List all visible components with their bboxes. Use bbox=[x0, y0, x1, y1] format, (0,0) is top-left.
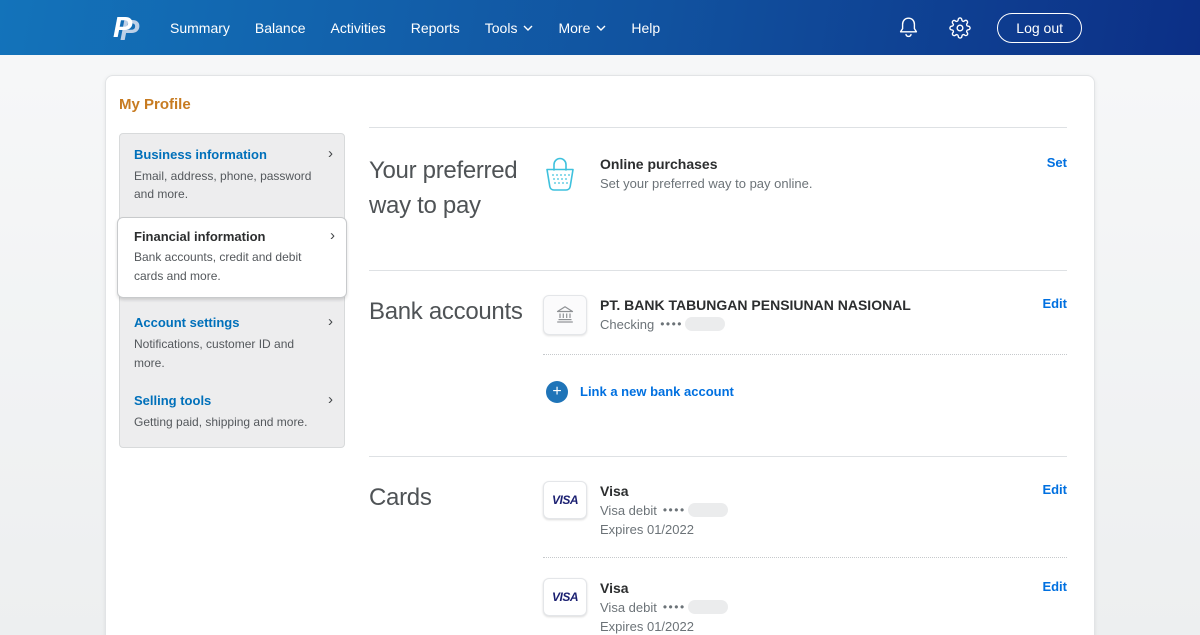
sidebar-item-label: Account settings bbox=[134, 314, 318, 332]
gear-icon bbox=[949, 17, 971, 39]
nav-item-tools[interactable]: Tools bbox=[485, 20, 534, 36]
preferred-way-to-pay-section: Your preferred way to pay bbox=[369, 128, 1067, 270]
edit-card-link[interactable]: Edit bbox=[1042, 482, 1067, 497]
sidebar-item-business-information[interactable]: Business information Email, address, pho… bbox=[120, 136, 344, 214]
card-row: VISA Visa Visa debit •••• Expires 01/202… bbox=[543, 578, 1067, 635]
bank-name: PT. BANK TABUNGAN PENSIUNAN NASIONAL bbox=[600, 295, 997, 313]
online-purchases-row: Online purchases Set your preferred way … bbox=[543, 154, 1067, 199]
chevron-down-icon bbox=[596, 25, 606, 31]
bank-building-icon bbox=[555, 305, 575, 324]
page-title: My Profile bbox=[106, 76, 1094, 127]
visa-logo-badge: VISA bbox=[543, 578, 587, 616]
section-heading: Cards bbox=[369, 481, 543, 635]
online-purchases-title: Online purchases bbox=[600, 154, 997, 172]
nav-item-label: Help bbox=[631, 20, 660, 36]
sidebar-item-description: Bank accounts, credit and debit cards an… bbox=[134, 248, 320, 285]
sidebar-item-account-settings[interactable]: Account settings Notifications, customer… bbox=[120, 304, 344, 382]
sidebar-item-description: Notifications, customer ID and more. bbox=[134, 335, 318, 372]
section-heading: Your preferred way to pay bbox=[369, 154, 543, 224]
logout-button[interactable]: Log out bbox=[997, 13, 1082, 43]
edit-bank-link[interactable]: Edit bbox=[1042, 296, 1067, 311]
nav-item-activities[interactable]: Activities bbox=[331, 20, 386, 36]
icon-column bbox=[543, 154, 600, 199]
card-subtype: Visa debit bbox=[600, 600, 657, 615]
bank-tile bbox=[543, 295, 587, 335]
card-expiry: Expires 01/2022 bbox=[600, 619, 997, 634]
card-network: Visa bbox=[600, 578, 997, 596]
sidebar-item-label: Financial information bbox=[134, 228, 320, 246]
cards-section: Cards VISA Visa Visa debit •••• bbox=[369, 457, 1067, 635]
link-new-bank-account[interactable]: + Link a new bank account bbox=[546, 381, 1067, 403]
primary-nav: Summary Balance Activities Reports Tools… bbox=[170, 20, 660, 36]
chevron-right-icon: › bbox=[328, 145, 333, 162]
visa-logo-badge: VISA bbox=[543, 481, 587, 519]
sidebar-item-description: Email, address, phone, password and more… bbox=[134, 167, 318, 204]
paypal-logo[interactable]: P P bbox=[110, 10, 142, 46]
financial-info-panel: Your preferred way to pay bbox=[369, 127, 1067, 635]
nav-item-summary[interactable]: Summary bbox=[170, 20, 230, 36]
sidebar-item-description: Getting paid, shipping and more. bbox=[134, 413, 318, 432]
icon-column: VISA bbox=[543, 578, 600, 616]
nav-item-reports[interactable]: Reports bbox=[411, 20, 460, 36]
masked-digits: •••• bbox=[663, 600, 686, 614]
nav-item-label: More bbox=[558, 20, 590, 36]
bank-accounts-section: Bank accounts bbox=[369, 271, 1067, 456]
chevron-right-icon: › bbox=[328, 391, 333, 408]
section-heading: Bank accounts bbox=[369, 295, 543, 456]
nav-item-label: Reports bbox=[411, 20, 460, 36]
notifications-button[interactable] bbox=[898, 16, 919, 39]
icon-column bbox=[543, 295, 600, 335]
shopping-basket-icon bbox=[543, 154, 577, 194]
chevron-down-icon bbox=[523, 25, 533, 31]
masked-digits: •••• bbox=[660, 317, 683, 331]
account-type: Checking bbox=[600, 317, 654, 332]
chevron-right-icon: › bbox=[330, 227, 335, 244]
card-row: VISA Visa Visa debit •••• Expires 01/202… bbox=[543, 481, 1067, 537]
chevron-right-icon: › bbox=[328, 313, 333, 330]
nav-item-more[interactable]: More bbox=[558, 20, 606, 36]
svg-text:P: P bbox=[113, 12, 133, 44]
settings-button[interactable] bbox=[949, 17, 971, 39]
online-purchases-description: Set your preferred way to pay online. bbox=[600, 176, 997, 191]
icon-column: VISA bbox=[543, 481, 600, 519]
card-network: Visa bbox=[600, 481, 997, 499]
nav-actions: Log out bbox=[898, 13, 1082, 43]
bell-icon bbox=[898, 16, 919, 39]
redacted-card-number bbox=[688, 503, 728, 517]
masked-digits: •••• bbox=[663, 503, 686, 517]
nav-item-balance[interactable]: Balance bbox=[255, 20, 306, 36]
card-expiry: Expires 01/2022 bbox=[600, 522, 997, 537]
nav-item-label: Balance bbox=[255, 20, 306, 36]
redacted-account-number bbox=[685, 317, 725, 331]
nav-item-label: Activities bbox=[331, 20, 386, 36]
card-meta: Visa debit •••• bbox=[600, 503, 997, 518]
profile-card: My Profile Business information Email, a… bbox=[105, 75, 1095, 635]
bank-account-row: PT. BANK TABUNGAN PENSIUNAN NASIONAL Che… bbox=[543, 295, 1067, 335]
sidebar-item-selling-tools[interactable]: Selling tools Getting paid, shipping and… bbox=[120, 382, 344, 441]
nav-item-label: Tools bbox=[485, 20, 518, 36]
sidebar-item-label: Business information bbox=[134, 146, 318, 164]
link-new-bank-account-label[interactable]: Link a new bank account bbox=[580, 384, 734, 399]
card-meta: Visa debit •••• bbox=[600, 600, 997, 615]
top-navbar: P P Summary Balance Activities Reports T… bbox=[0, 0, 1200, 55]
sidebar-item-financial-information[interactable]: Financial information Bank accounts, cre… bbox=[117, 217, 347, 299]
row-divider bbox=[543, 557, 1067, 558]
set-link[interactable]: Set bbox=[1047, 155, 1067, 170]
card-subtype: Visa debit bbox=[600, 503, 657, 518]
edit-card-link[interactable]: Edit bbox=[1042, 579, 1067, 594]
profile-sidebar: Business information Email, address, pho… bbox=[119, 133, 345, 448]
profile-content: Business information Email, address, pho… bbox=[106, 127, 1094, 635]
redacted-card-number bbox=[688, 600, 728, 614]
nav-item-label: Summary bbox=[170, 20, 230, 36]
sidebar-item-label: Selling tools bbox=[134, 392, 318, 410]
plus-icon[interactable]: + bbox=[546, 381, 568, 403]
row-divider bbox=[543, 354, 1067, 355]
paypal-monogram-icon: P P bbox=[110, 10, 142, 46]
nav-item-help[interactable]: Help bbox=[631, 20, 660, 36]
bank-account-meta: Checking •••• bbox=[600, 317, 997, 332]
